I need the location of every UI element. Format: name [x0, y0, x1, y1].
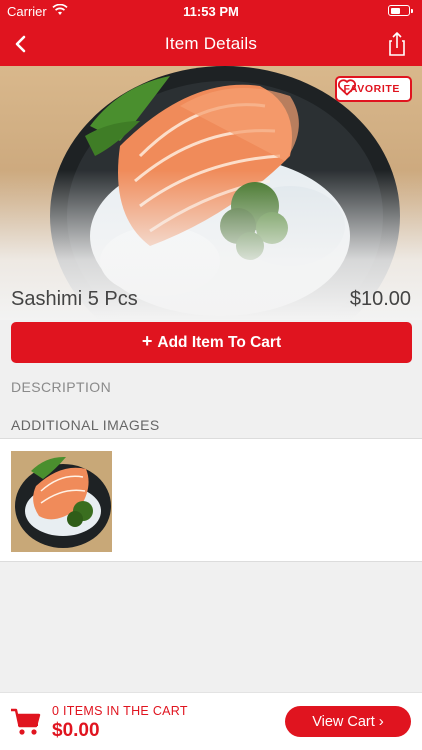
- item-name: Sashimi 5 Pcs: [11, 288, 138, 310]
- heart-icon: [338, 79, 357, 96]
- item-image: FAVORITE: [0, 66, 422, 320]
- view-cart-button[interactable]: View Cart ›: [285, 706, 411, 737]
- clock: 11:53 PM: [183, 4, 239, 19]
- item-price: $10.00: [349, 288, 411, 310]
- additional-image-thumbnail[interactable]: [11, 451, 112, 552]
- page-title: Item Details: [164, 34, 258, 53]
- add-to-cart-label: Add Item To Cart: [157, 333, 282, 351]
- cart-icon: [11, 708, 41, 735]
- chevron-left-icon[interactable]: [6, 29, 36, 59]
- add-to-cart-button[interactable]: + Add Item To Cart: [11, 322, 412, 363]
- share-icon[interactable]: [382, 29, 412, 59]
- nav-bar: Item Details: [0, 22, 422, 66]
- description-heading: DESCRIPTION: [11, 379, 112, 395]
- cart-footer: 0 ITEMS IN THE CART $0.00 View Cart ›: [0, 692, 422, 750]
- cart-total: $0.00: [52, 720, 100, 741]
- app-header: Carrier 11:53 PM Item Details: [0, 0, 422, 66]
- chevron-right-icon: ›: [378, 712, 384, 730]
- additional-images-panel: [0, 438, 422, 562]
- view-cart-label: View Cart: [312, 713, 375, 730]
- status-bar: Carrier 11:53 PM: [0, 0, 422, 22]
- battery-icon: [388, 5, 413, 16]
- cart-item-count: 0 ITEMS IN THE CART: [52, 704, 188, 718]
- plus-icon: +: [141, 331, 153, 351]
- favorite-button[interactable]: FAVORITE: [335, 76, 412, 102]
- additional-images-heading: ADDITIONAL IMAGES: [11, 417, 160, 433]
